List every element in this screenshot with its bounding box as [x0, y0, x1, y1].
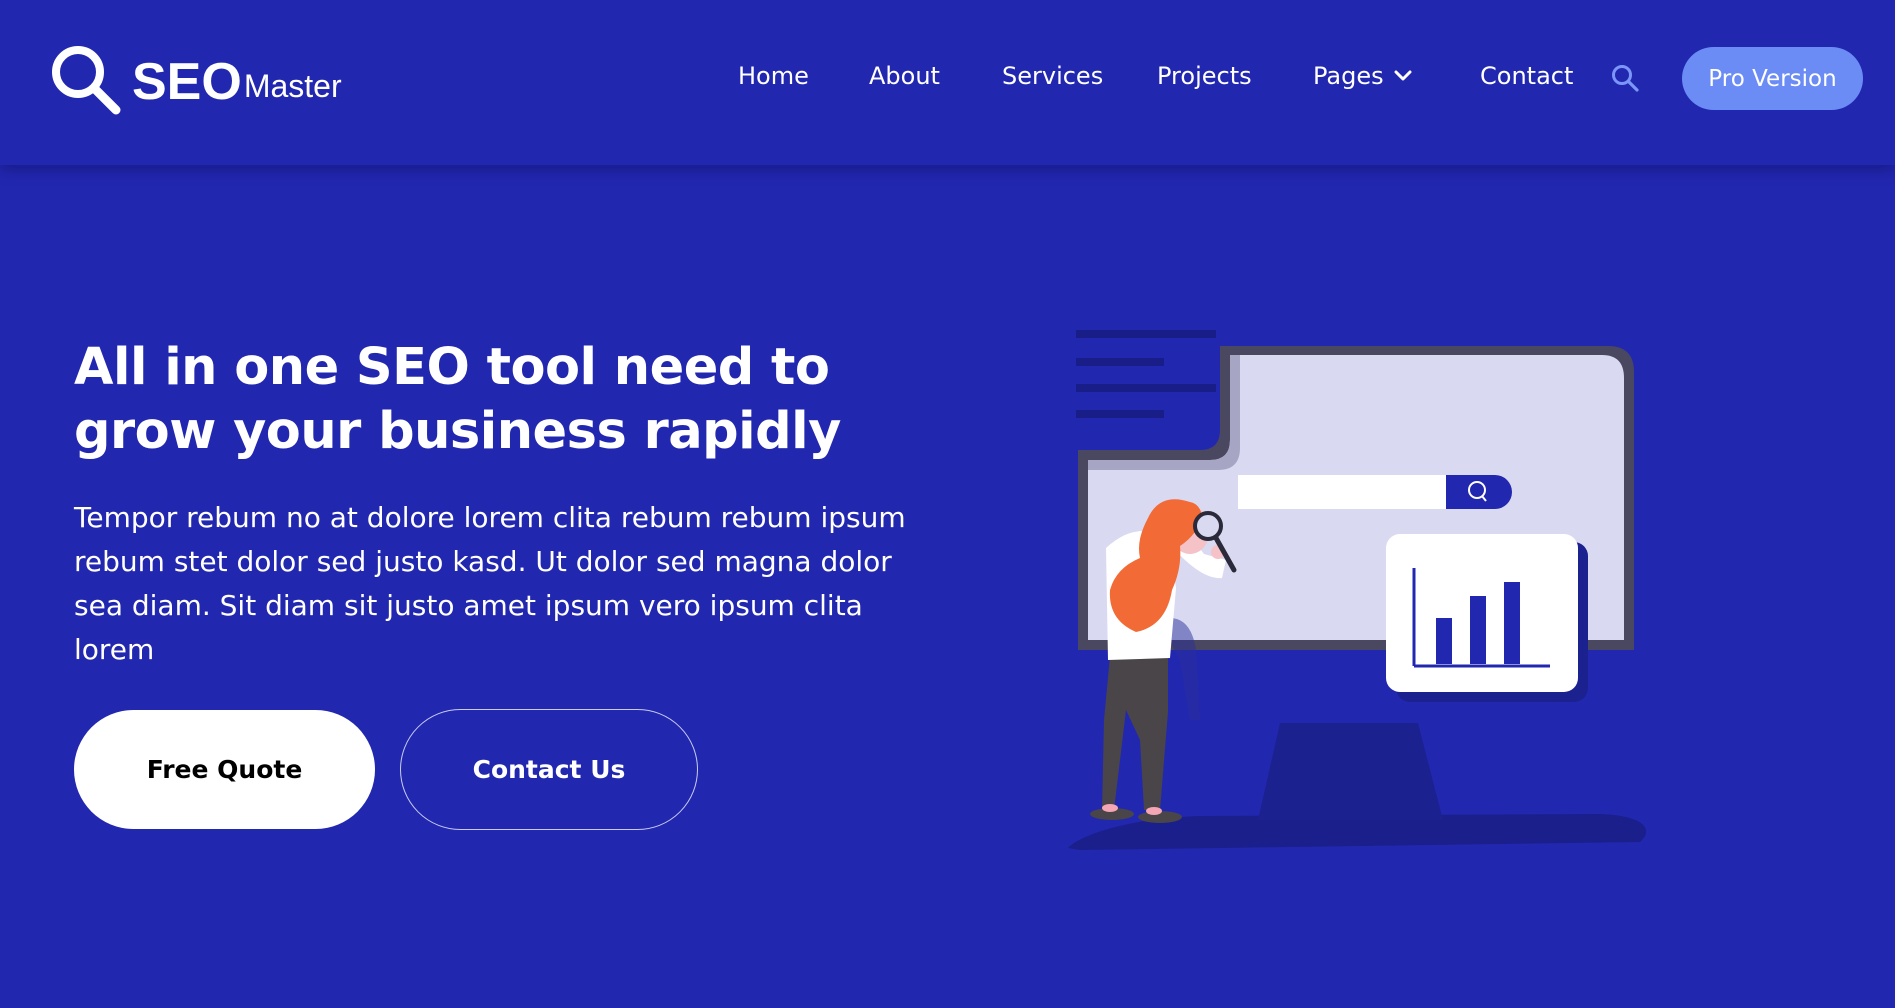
- chevron-down-icon: [1394, 70, 1412, 81]
- nav-projects[interactable]: Projects: [1157, 61, 1252, 91]
- nav-pages-dropdown[interactable]: Pages: [1313, 61, 1412, 91]
- contact-us-button[interactable]: Contact Us: [400, 709, 698, 830]
- brand-logo[interactable]: SEO Master: [46, 40, 342, 116]
- navbar: SEO Master Home About Services Projects …: [0, 0, 1895, 165]
- seo-analysis-illustration: [1068, 330, 1647, 850]
- brand-name-light: Master: [243, 68, 342, 104]
- hero-title: All in one SEO tool need to grow your bu…: [74, 338, 841, 461]
- nav-services[interactable]: Services: [1002, 61, 1103, 91]
- search-icon[interactable]: [1610, 63, 1640, 93]
- brand-name-bold: SEO: [132, 53, 242, 111]
- nav-pages-label: Pages: [1313, 62, 1384, 90]
- magnifier-logo-icon: [52, 46, 121, 115]
- nav-contact[interactable]: Contact: [1480, 61, 1573, 91]
- pro-version-button[interactable]: Pro Version: [1682, 47, 1863, 110]
- nav-home[interactable]: Home: [738, 61, 809, 91]
- hero-description: Tempor rebum no at dolore lorem clita re…: [74, 501, 906, 666]
- nav-about[interactable]: About: [869, 61, 940, 91]
- free-quote-button[interactable]: Free Quote: [74, 710, 375, 829]
